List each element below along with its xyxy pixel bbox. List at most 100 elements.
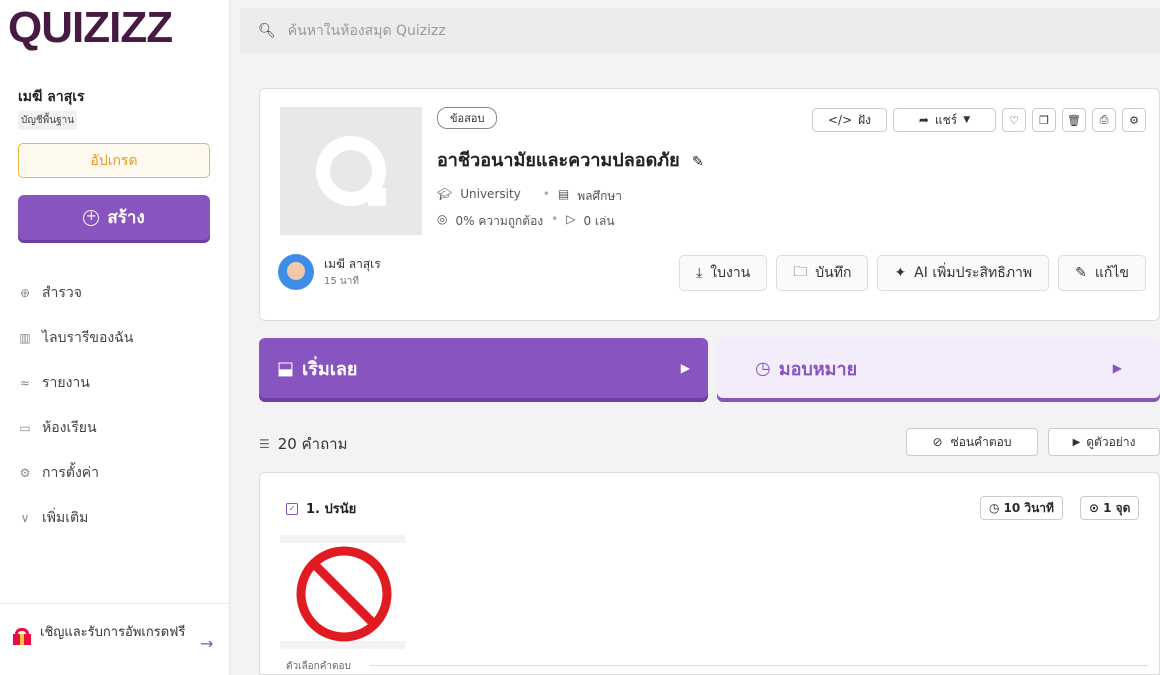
plus-circle-icon: + <box>83 209 100 226</box>
gear-icon: ⚙ <box>1129 113 1139 127</box>
share-button[interactable]: ➦ แชร์ ▼ <box>893 108 996 132</box>
ai-enhance-button[interactable]: ✦ AI เพิ่มประสิทธิภาพ <box>877 255 1050 291</box>
upgrade-label: อัปเกรด <box>90 152 138 169</box>
search-input[interactable] <box>287 23 988 39</box>
caret-right-icon: ▶ <box>1112 361 1122 375</box>
duplicate-button[interactable]: ❐ <box>1032 108 1056 132</box>
question-count: ☰ 20 คำถาม <box>259 432 347 456</box>
author-name: เมฆี ลาสุเร <box>324 257 381 271</box>
question-type: ✓ 1. ปรนัย <box>286 498 356 519</box>
quiz-plays: 0 เล่น <box>583 214 615 228</box>
edit-label: แก้ไข <box>1094 265 1129 281</box>
list-icon: ☰ <box>259 437 270 451</box>
sidebar-item-reports[interactable]: ≈ รายงาน <box>18 360 218 405</box>
embed-button[interactable]: </> ฝัง <box>812 108 887 132</box>
eye-off-icon: ⊘ <box>932 435 943 449</box>
hide-answers-label: ซ่อนคำตอบ <box>950 434 1012 449</box>
trash-icon: 🗑︎ <box>1067 113 1081 127</box>
search-icon: 🔍︎ <box>258 23 276 39</box>
worksheet-button[interactable]: ⤓ ใบงาน <box>679 255 768 291</box>
sidebar-item-label: ห้องเรียน <box>42 419 97 436</box>
share-arrow-icon: ➦ <box>918 113 929 127</box>
hide-answers-button[interactable]: ⊘ ซ่อนคำตอบ <box>906 428 1038 456</box>
quiz-thumbnail <box>280 107 422 235</box>
gift-icon <box>12 626 32 646</box>
present-icon: ⬓ <box>277 357 295 379</box>
sidebar-item-label: ไลบรารีของฉัน <box>42 329 134 346</box>
answer-options-label: ตัวเลือกคำตอบ <box>286 661 351 672</box>
prohibited-sign-icon <box>280 535 406 649</box>
clock-icon: ◷ <box>989 501 1000 515</box>
clock-icon: ◷ <box>755 357 771 379</box>
code-icon: </> <box>827 113 853 127</box>
divider <box>370 665 1148 666</box>
question-points[interactable]: ⊙ 1 จุด <box>1080 496 1140 520</box>
quiz-meta: 🎓︎ University • ▤ พลศึกษา <box>437 187 622 206</box>
save-button[interactable]: 🗀 บันทึก <box>776 255 869 291</box>
ai-enhance-label: AI เพิ่มประสิทธิภาพ <box>914 265 1033 281</box>
question-time[interactable]: ◷ 10 วินาที <box>980 496 1063 520</box>
sidebar-item-label: เพิ่มเติม <box>42 509 89 526</box>
question-image <box>280 535 406 649</box>
sidebar-item-label: รายงาน <box>42 374 90 391</box>
plan-badge: บัญชีพื้นฐาน <box>18 111 78 130</box>
library-icon: ▥ <box>19 330 31 345</box>
user-name: เมฆี ลาสุเร <box>18 89 85 105</box>
quiz-title-text: อาชีวอนามัยและความปลอดภัย <box>437 150 680 171</box>
upgrade-button[interactable]: อัปเกรด <box>18 143 210 178</box>
explore-icon: ⊕ <box>19 285 31 300</box>
invite-upgrade-link[interactable]: เชิญและรับการอัพเกรดฟรี → <box>0 603 230 675</box>
question-time-label: 10 วินาที <box>1003 500 1054 515</box>
sidebar-item-settings[interactable]: ⚙ การตั้งค่า <box>18 450 218 495</box>
quiz-level: University <box>460 187 521 201</box>
question-points-label: 1 จุด <box>1103 500 1131 515</box>
copy-icon: ❐ <box>1039 113 1049 127</box>
start-now-button[interactable]: ⬓ เริ่มเลย ▶ <box>259 338 708 398</box>
sidebar-item-classes[interactable]: ▭ ห้องเรียน <box>18 405 218 450</box>
preview-button[interactable]: ▶ ดูตัวอย่าง <box>1048 428 1160 456</box>
question-count-label: 20 คำถาม <box>277 435 348 453</box>
quizizz-logo[interactable]: QUIZIZZ <box>8 4 173 52</box>
sidebar-item-label: การตั้งค่า <box>42 464 100 481</box>
question-card: ✓ 1. ปรนัย ◷ 10 วินาที ⊙ 1 จุด ตัวเลือกค… <box>259 472 1160 675</box>
quiz-title: อาชีวอนามัยและความปลอดภัย ✎ <box>437 145 704 174</box>
accuracy-icon: ◎ <box>437 212 448 226</box>
embed-label: ฝัง <box>858 112 872 127</box>
delete-button[interactable]: 🗑︎ <box>1062 108 1086 132</box>
folder-icon: 🗀 <box>793 264 808 280</box>
save-label: บันทึก <box>815 265 852 281</box>
checkbox-icon: ✓ <box>286 502 298 515</box>
heart-icon: ♡ <box>1009 113 1019 127</box>
like-button[interactable]: ♡ <box>1002 108 1026 132</box>
check-circle-icon: ⊙ <box>1089 501 1100 515</box>
quiz-stats: ◎ 0% ความถูกต้อง • ▷ 0 เล่น <box>437 212 615 231</box>
invite-text: เชิญและรับการอัพเกรดฟรี <box>40 625 186 640</box>
sparkle-icon: ✦ <box>894 265 907 281</box>
play-icon: ▶ <box>1072 436 1081 448</box>
download-icon: ⤓ <box>696 265 703 281</box>
printer-icon: ⎙ <box>1099 113 1109 126</box>
book-icon: ▤ <box>557 187 570 201</box>
sidebar-item-library[interactable]: ▥ ไลบรารีของฉัน <box>18 315 218 360</box>
pencil-icon[interactable]: ✎ <box>692 154 704 170</box>
search-bar[interactable]: 🔍︎ <box>240 8 1160 54</box>
sidebar-item-explore[interactable]: ⊕ สำรวจ <box>18 270 218 315</box>
worksheet-label: ใบงาน <box>710 265 751 281</box>
settings-button[interactable]: ⚙ <box>1122 108 1146 132</box>
start-label: เริ่มเลย <box>302 358 358 380</box>
edit-icon: ✎ <box>1075 265 1087 281</box>
quiz-author: เมฆี ลาสุเร 15 นาที <box>278 254 381 290</box>
assign-label: มอบหมาย <box>778 358 858 380</box>
assign-button[interactable]: ◷ มอบหมาย ▶ <box>717 338 1160 398</box>
quiz-bottom-actions: ⤓ ใบงาน 🗀 บันทึก ✦ AI เพิ่มประสิทธิภาพ ✎… <box>679 255 1146 291</box>
edit-button[interactable]: ✎ แก้ไข <box>1058 255 1146 291</box>
share-label: แชร์ <box>934 112 958 127</box>
sidebar: QUIZIZZ เมฆี ลาสุเร บัญชีพื้นฐาน อัปเกรด… <box>0 0 230 675</box>
classes-icon: ▭ <box>19 420 31 435</box>
quiz-card: ข้อสอบ อาชีวอนามัยและความปลอดภัย ✎ 🎓︎ Un… <box>259 88 1160 321</box>
print-button[interactable]: ⎙ <box>1092 108 1116 132</box>
sidebar-item-more[interactable]: ∨ เพิ่มเติม <box>18 495 218 540</box>
play-icon: ▷ <box>566 212 576 226</box>
quiz-subject: พลศึกษา <box>577 189 622 203</box>
create-button[interactable]: + สร้าง <box>18 195 210 240</box>
